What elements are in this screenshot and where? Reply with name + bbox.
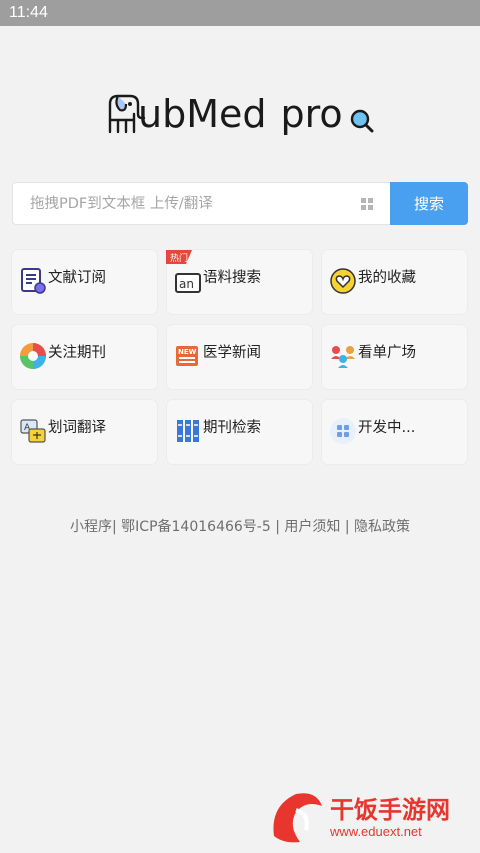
tile-label: 划词翻译	[48, 420, 106, 436]
tile-label: 看单广场	[358, 345, 416, 361]
tile-journal-search[interactable]: 期刊检索	[167, 400, 312, 464]
tile-label: 我的收藏	[358, 270, 416, 286]
watermark-url: www.eduext.net	[330, 824, 422, 839]
logo-text-pro: pro	[280, 92, 343, 136]
svg-text:an: an	[179, 277, 194, 291]
tile-label: 医学新闻	[203, 345, 261, 361]
tile-label: 语料搜索	[203, 270, 261, 286]
status-bar: 11:44	[0, 0, 480, 26]
people-icon	[331, 346, 355, 368]
document-subscribe-icon	[21, 268, 46, 294]
search-bar: 搜索	[12, 182, 468, 225]
app-logo: ubMed pro	[104, 86, 380, 144]
magnifier-logo-icon	[350, 109, 374, 133]
tile-literature-subscribe[interactable]: 文献订阅	[12, 250, 157, 314]
hot-badge-text: 热门	[170, 252, 188, 264]
logo-text-main: ubMed	[138, 92, 267, 136]
tile-in-development[interactable]: 开发中...	[322, 400, 467, 464]
grid-upload-icon[interactable]	[361, 198, 373, 210]
tile-label: 关注期刊	[48, 345, 106, 361]
aperture-icon	[20, 343, 46, 369]
search-button[interactable]: 搜索	[390, 182, 468, 225]
svg-text:NEW: NEW	[178, 348, 197, 356]
tile-list-square[interactable]: 看单广场	[322, 325, 467, 389]
corpus-search-icon: an	[175, 273, 201, 293]
search-input[interactable]	[13, 183, 391, 224]
grid-icon	[330, 418, 356, 444]
tile-word-translate[interactable]: A 划词翻译	[12, 400, 157, 464]
status-time: 11:44	[9, 4, 48, 21]
heart-icon	[330, 268, 356, 294]
tile-medical-news[interactable]: NEW 医学新闻	[167, 325, 312, 389]
tile-my-favorites[interactable]: 我的收藏	[322, 250, 467, 314]
news-icon: NEW	[176, 346, 198, 366]
tile-label: 期刊检索	[203, 420, 261, 436]
watermark: 干饭手游网 www.eduext.net	[266, 786, 476, 848]
watermark-logo-icon	[273, 793, 322, 843]
translate-icon: A	[20, 419, 46, 443]
tile-followed-journals[interactable]: 关注期刊	[12, 325, 157, 389]
tile-label: 开发中...	[358, 420, 416, 436]
watermark-brand: 干饭手游网	[330, 796, 450, 824]
tile-label: 文献订阅	[48, 270, 106, 286]
footer-links[interactable]: 小程序| 鄂ICP备14016466号-5 | 用户须知 | 隐私政策	[0, 516, 480, 536]
logo-text: ubMed pro	[138, 92, 343, 136]
journal-index-icon	[177, 420, 199, 442]
hot-badge: 热门	[166, 250, 192, 264]
